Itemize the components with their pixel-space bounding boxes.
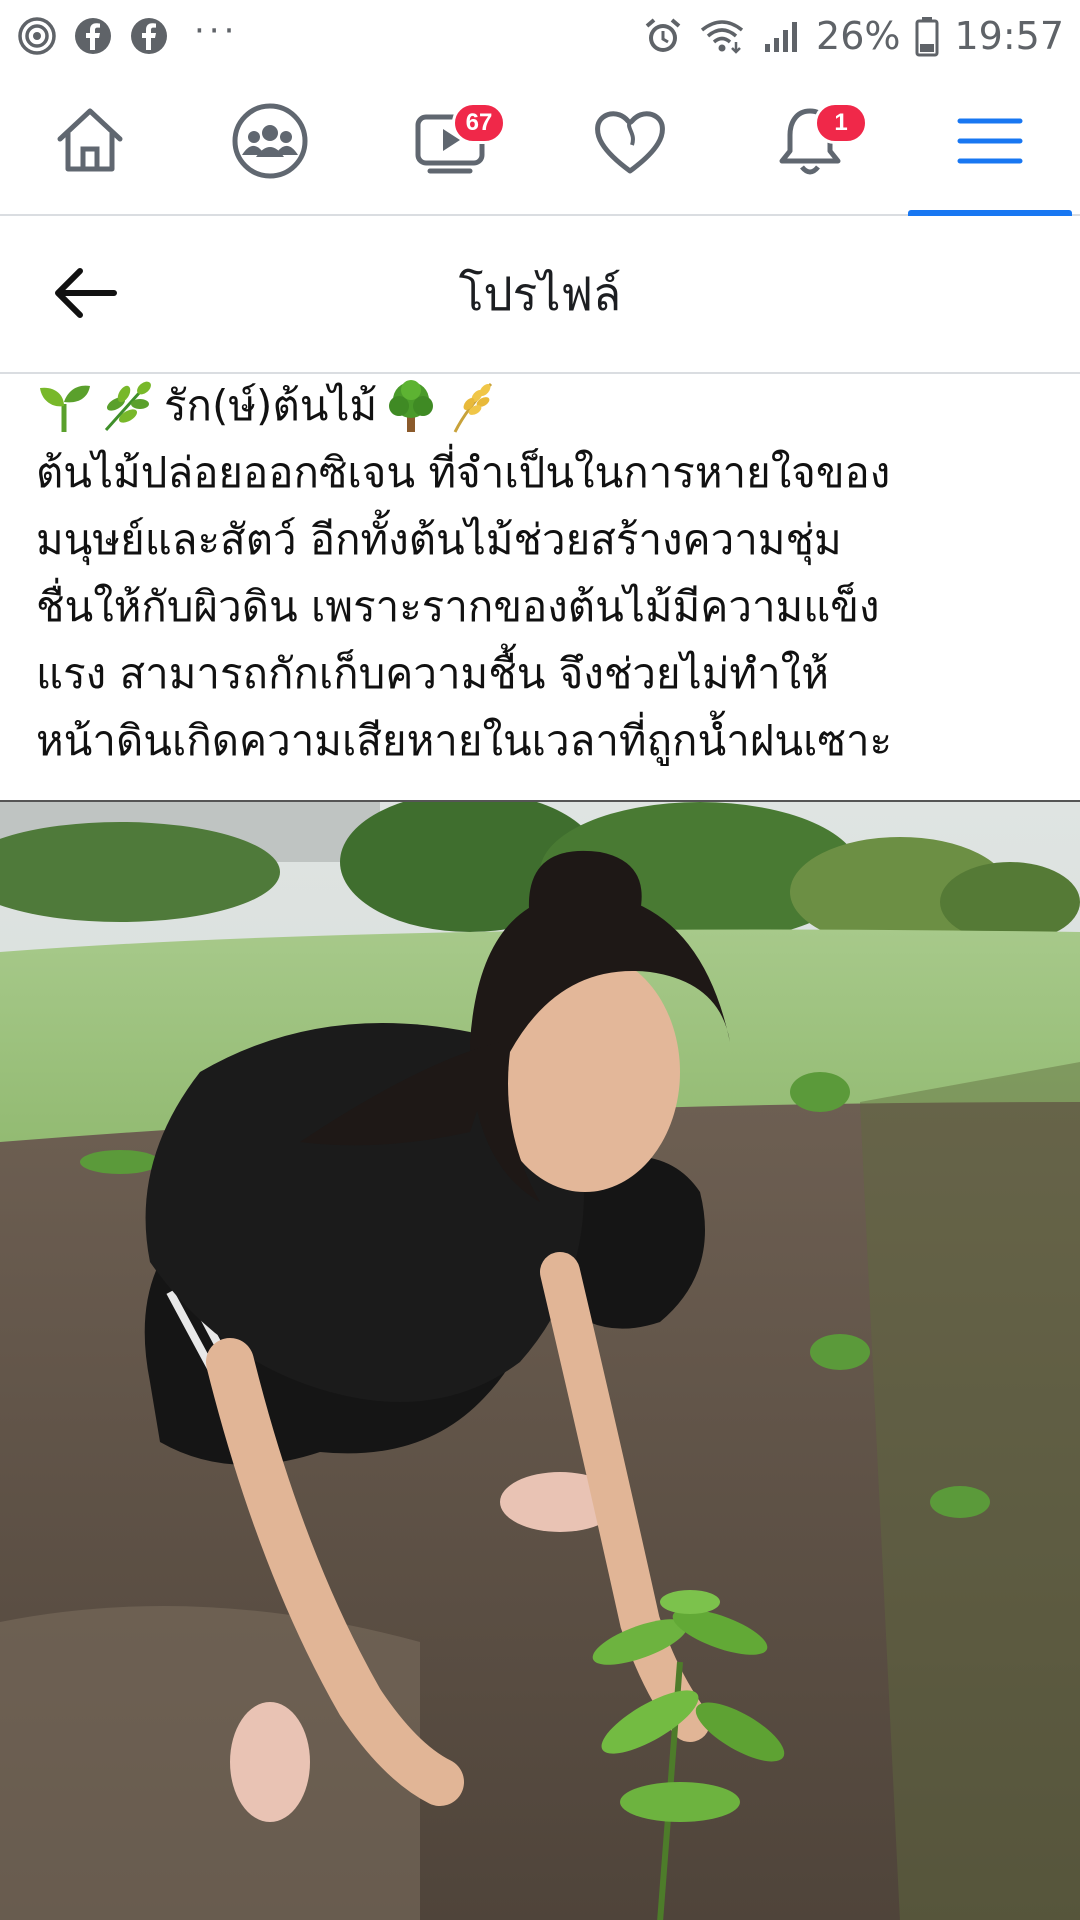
post-photo[interactable] bbox=[0, 800, 1080, 1920]
signal-icon bbox=[760, 15, 802, 57]
alarm-icon bbox=[642, 15, 684, 57]
post-text: รัก(ษ์)ต้นไม้ ต้นไม้ปล่อยออกซิเจน ที่จำเ… bbox=[36, 372, 1066, 774]
status-bar: ··· 26% 19:57 bbox=[0, 0, 1080, 72]
threads-icon bbox=[16, 15, 58, 57]
post-first-line: รัก(ษ์)ต้นไม้ bbox=[36, 372, 1066, 439]
nav-home[interactable] bbox=[30, 72, 150, 214]
clock: 19:57 bbox=[954, 14, 1064, 58]
page-header: โปรไฟล์ bbox=[0, 216, 1080, 374]
post-line: แรง สามารถกักเก็บความชื้น จึงช่วยไม่ทำให… bbox=[36, 649, 829, 698]
nav-groups[interactable] bbox=[210, 72, 330, 214]
groups-icon bbox=[230, 101, 310, 185]
page-title: โปรไฟล์ bbox=[458, 266, 622, 321]
nav-watch[interactable]: 67 bbox=[390, 72, 510, 214]
watch-badge: 67 bbox=[452, 102, 506, 144]
battery-icon bbox=[914, 15, 940, 57]
wifi-icon bbox=[698, 15, 746, 57]
post-line: ชื่นให้กับผิวดิน เพราะรากของต้นไม้มีความ… bbox=[36, 582, 880, 631]
top-nav-bar: 67 1 bbox=[0, 72, 1080, 216]
status-bar-right: 26% 19:57 bbox=[642, 14, 1064, 58]
nav-dating[interactable] bbox=[570, 72, 690, 214]
nav-menu[interactable] bbox=[930, 72, 1050, 214]
home-icon bbox=[50, 101, 130, 185]
status-bar-left: ··· bbox=[16, 11, 239, 57]
post-heading: รัก(ษ์)ต้นไม้ bbox=[164, 381, 378, 430]
menu-icon bbox=[950, 101, 1030, 185]
facebook-icon bbox=[128, 15, 170, 57]
post-line: หน้าดินเกิดความเสียหายในเวลาที่ถูกน้ำฝนเ… bbox=[36, 716, 893, 765]
woman-planting-seedling-photo bbox=[0, 802, 1080, 1920]
facebook-icon bbox=[72, 15, 114, 57]
tree-emoji bbox=[383, 378, 439, 434]
more-notifications-indicator: ··· bbox=[194, 11, 239, 51]
post-line: ต้นไม้ปล่อยออกซิเจน ที่จำเป็นในการหายใจข… bbox=[36, 448, 891, 497]
heart-icon bbox=[590, 101, 670, 185]
seedling-emoji bbox=[36, 378, 92, 434]
herb-emoji bbox=[100, 378, 156, 434]
post-line: มนุษย์และสัตว์ อีกทั้งต้นไม้ช่วยสร้างควา… bbox=[36, 515, 842, 564]
battery-percent: 26% bbox=[816, 14, 901, 58]
rice-emoji bbox=[447, 378, 503, 434]
notifications-badge: 1 bbox=[814, 102, 868, 144]
nav-notifications[interactable]: 1 bbox=[750, 72, 870, 214]
